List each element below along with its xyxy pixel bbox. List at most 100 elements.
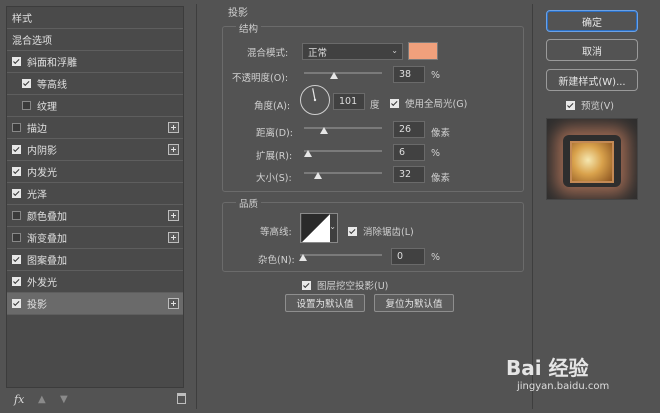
blend-mode-select[interactable]: 正常 ⌄ xyxy=(302,43,403,60)
size-slider-thumb[interactable] xyxy=(314,172,322,179)
global-light-checkbox[interactable] xyxy=(390,98,399,108)
move-down-icon[interactable]: ▼ xyxy=(60,394,68,405)
style-item-label: 颜色叠加 xyxy=(27,212,67,223)
style-item-6[interactable]: 内阴影 xyxy=(7,139,183,161)
size-value: 32 xyxy=(399,169,412,180)
distance-slider-track[interactable] xyxy=(304,127,382,129)
knockout-label: 图层挖空投影(U) xyxy=(317,281,389,292)
style-item-9[interactable]: 颜色叠加 xyxy=(7,205,183,227)
style-item-7[interactable]: 内发光 xyxy=(7,161,183,183)
style-item-checkbox[interactable] xyxy=(12,167,21,176)
opacity-slider-track[interactable] xyxy=(304,72,382,74)
panel-divider-left xyxy=(196,4,197,409)
style-item-checkbox[interactable] xyxy=(22,79,31,88)
preview-label: 预览(V) xyxy=(581,101,614,112)
add-instance-icon[interactable] xyxy=(168,232,179,243)
style-item-0[interactable]: 样式 xyxy=(7,7,183,29)
style-item-3[interactable]: 等高线 xyxy=(7,73,183,95)
add-instance-icon[interactable] xyxy=(168,210,179,221)
preview-toggle[interactable]: 预览(V) xyxy=(566,98,614,112)
panel-title: 投影 xyxy=(228,8,248,19)
style-item-checkbox[interactable] xyxy=(12,211,21,220)
style-item-1[interactable]: 混合选项 xyxy=(7,29,183,51)
opacity-input[interactable]: 38 xyxy=(393,66,425,83)
style-item-4[interactable]: 纹理 xyxy=(7,95,183,117)
distance-input[interactable]: 26 xyxy=(393,121,425,138)
style-item-label: 渐变叠加 xyxy=(27,234,67,245)
knockout-checkbox[interactable] xyxy=(302,280,311,290)
size-input[interactable]: 32 xyxy=(393,166,425,183)
add-instance-icon[interactable] xyxy=(168,122,179,133)
spread-input[interactable]: 6 xyxy=(393,144,425,161)
style-item-2[interactable]: 斜面和浮雕 xyxy=(7,51,183,73)
global-light-toggle[interactable]: 使用全局光(G) xyxy=(390,96,467,110)
baidu-brand: Bai 经验 xyxy=(506,356,589,380)
style-list: 样式混合选项斜面和浮雕等高线纹理描边内阴影内发光光泽颜色叠加渐变叠加图案叠加外发… xyxy=(6,6,184,388)
style-item-label: 内发光 xyxy=(27,168,57,179)
contour-picker[interactable]: ⌄ xyxy=(300,213,338,243)
style-item-checkbox[interactable] xyxy=(12,145,21,154)
noise-slider-track[interactable] xyxy=(300,254,382,256)
distance-slider-thumb[interactable] xyxy=(320,127,328,134)
style-item-12[interactable]: 外发光 xyxy=(7,271,183,293)
style-item-label: 图案叠加 xyxy=(27,256,67,267)
style-item-label: 外发光 xyxy=(27,278,57,289)
style-item-checkbox[interactable] xyxy=(12,123,21,132)
chevron-down-icon: ⌄ xyxy=(329,222,336,231)
antialias-toggle[interactable]: 消除锯齿(L) xyxy=(348,224,414,238)
distance-label: 距离(D): xyxy=(256,128,293,139)
baidu-watermark-logo: Bai 经验 xyxy=(506,352,589,381)
shadow-color-swatch[interactable] xyxy=(408,42,438,60)
blend-mode-value: 正常 xyxy=(308,47,328,59)
spread-value: 6 xyxy=(399,147,406,158)
opacity-slider-thumb[interactable] xyxy=(329,72,338,79)
set-default-button[interactable]: 设置为默认值 xyxy=(285,294,365,312)
fx-icon[interactable]: fx xyxy=(14,393,24,406)
style-item-label: 等高线 xyxy=(37,80,67,91)
style-item-checkbox[interactable] xyxy=(12,299,21,308)
watermark-url: jingyan.baidu.com xyxy=(517,381,610,392)
style-item-10[interactable]: 渐变叠加 xyxy=(7,227,183,249)
style-item-checkbox[interactable] xyxy=(12,189,21,198)
angle-value: 101 xyxy=(339,96,358,107)
style-item-5[interactable]: 描边 xyxy=(7,117,183,139)
knockout-toggle[interactable]: 图层挖空投影(U) xyxy=(302,278,388,292)
size-label: 大小(S): xyxy=(256,173,292,184)
cancel-button[interactable]: 取消 xyxy=(546,39,638,61)
angle-dial[interactable] xyxy=(300,85,330,115)
add-instance-icon[interactable] xyxy=(168,298,179,309)
noise-slider-thumb[interactable] xyxy=(299,254,307,261)
style-item-label: 描边 xyxy=(27,124,47,135)
style-item-label: 斜面和浮雕 xyxy=(27,58,77,69)
reset-default-button[interactable]: 复位为默认值 xyxy=(374,294,454,312)
style-item-checkbox[interactable] xyxy=(12,233,21,242)
opacity-value: 38 xyxy=(399,69,412,80)
spread-slider-thumb[interactable] xyxy=(304,150,312,157)
style-item-checkbox[interactable] xyxy=(22,101,31,110)
move-up-icon[interactable]: ▲ xyxy=(38,394,46,405)
style-item-label: 光泽 xyxy=(27,190,47,201)
style-item-checkbox[interactable] xyxy=(12,57,21,66)
ok-button[interactable]: 确定 xyxy=(546,10,638,32)
style-item-checkbox[interactable] xyxy=(12,277,21,286)
global-light-label: 使用全局光(G) xyxy=(405,99,468,110)
preview-checkbox[interactable] xyxy=(566,100,575,110)
trash-icon[interactable] xyxy=(177,393,186,404)
antialias-label: 消除锯齿(L) xyxy=(363,227,414,238)
spread-label: 扩展(R): xyxy=(256,151,293,162)
angle-needle-icon xyxy=(312,88,317,102)
style-item-8[interactable]: 光泽 xyxy=(7,183,183,205)
style-item-label: 样式 xyxy=(12,14,32,25)
style-item-checkbox[interactable] xyxy=(12,255,21,264)
style-item-11[interactable]: 图案叠加 xyxy=(7,249,183,271)
noise-input[interactable]: 0 xyxy=(391,248,425,265)
style-item-13[interactable]: 投影 xyxy=(7,293,183,315)
noise-label: 杂色(N): xyxy=(258,255,295,266)
add-instance-icon[interactable] xyxy=(168,144,179,155)
noise-unit: % xyxy=(431,252,441,263)
angle-input[interactable]: 101 xyxy=(333,93,365,110)
distance-unit: 像素 xyxy=(431,128,451,139)
new-style-button[interactable]: 新建样式(W)... xyxy=(546,69,638,91)
antialias-checkbox[interactable] xyxy=(348,226,357,236)
spread-slider-track[interactable] xyxy=(304,150,382,152)
